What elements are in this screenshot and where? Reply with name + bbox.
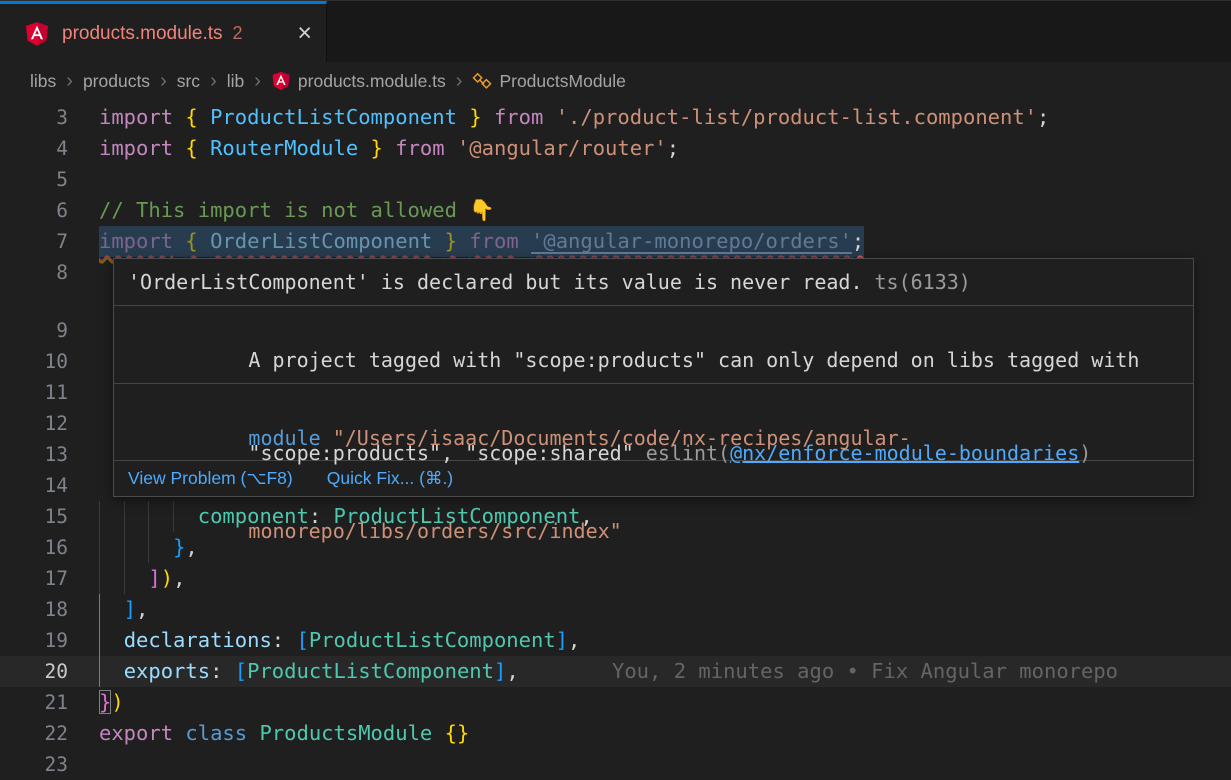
angular-icon	[271, 71, 291, 91]
tab-label: products.module.ts	[62, 23, 223, 45]
code-text: declarations: [ProductListComponent],	[99, 625, 580, 656]
code-line-18[interactable]: 18 ],	[0, 594, 1231, 625]
code-text: ],	[99, 594, 148, 625]
breadcrumb-label: products	[83, 71, 150, 92]
ts-error-source: ts(6133)	[875, 270, 971, 294]
git-blame-annotation: You, 2 minutes ago • Fix Angular monorep…	[612, 656, 1118, 687]
code-text: // This import is not allowed 👇	[99, 195, 495, 226]
angular-icon	[24, 21, 50, 47]
line-number[interactable]: 23	[0, 749, 68, 780]
breadcrumb-item-libs[interactable]: libs	[30, 71, 56, 92]
code-line-4[interactable]: 4 import { RouterModule } from '@angular/…	[0, 133, 1231, 164]
line-number[interactable]: 12	[0, 408, 68, 439]
code-line-22[interactable]: 22 export class ProductsModule {}	[0, 718, 1231, 749]
breadcrumb: libs › products › src › lib › products.module.ts…	[0, 62, 1231, 100]
breadcrumb-separator: ›	[66, 71, 73, 91]
breadcrumb-separator: ›	[254, 71, 261, 91]
line-number[interactable]: 11	[0, 377, 68, 408]
code-line-7[interactable]: 7 import { OrderListComponent } from '@an…	[0, 226, 1231, 257]
line-number[interactable]: 6	[0, 195, 68, 226]
breadcrumb-separator: ›	[160, 71, 167, 91]
breadcrumb-label: ProductsModule	[499, 71, 625, 92]
breadcrumb-item-src[interactable]: src	[177, 71, 200, 92]
code-text: })	[99, 687, 124, 718]
breadcrumb-label: libs	[30, 71, 56, 92]
code-text: import { ProductListComponent } from './…	[99, 102, 1049, 133]
code-line-5[interactable]: 5	[0, 164, 1231, 195]
line-number[interactable]: 4	[0, 133, 68, 164]
eslint-source-suffix: )	[1079, 441, 1091, 465]
line-number[interactable]: 13	[0, 439, 68, 470]
breadcrumb-label: src	[177, 71, 200, 92]
code-text: export class ProductsModule {}	[99, 718, 469, 749]
tab-bar: products.module.ts 2 ×	[0, 0, 1231, 62]
code-line-21[interactable]: 21})	[0, 687, 1231, 718]
breadcrumb-item-productsmodule[interactable]: ProductsModule	[472, 71, 625, 92]
vscode-window: products.module.ts 2 × libs › products › src…	[0, 0, 1231, 780]
code-text: exports: [ProductListComponent],	[99, 656, 519, 687]
line-number[interactable]: 10	[0, 346, 68, 377]
ts-error-message: 'OrderListComponent' is declared but its…	[128, 270, 863, 294]
line-number[interactable]: 7	[0, 226, 68, 257]
line-number[interactable]: 21	[0, 687, 68, 718]
module-path-line2: monorepo/libs/orders/src/index"	[248, 519, 621, 543]
class-symbol-icon	[472, 71, 492, 91]
line-number[interactable]: 19	[0, 625, 68, 656]
module-keyword: module	[248, 426, 320, 450]
hover-eslint-row: A project tagged with "scope:products" c…	[114, 306, 1193, 384]
code-editor[interactable]: 'OrderListComponent' is declared but its…	[0, 100, 1231, 780]
code-line-20[interactable]: 20 exports: [ProductListComponent], You, …	[0, 656, 1231, 687]
quick-fix-link[interactable]: Quick Fix... (⌘.)	[327, 468, 453, 489]
breadcrumb-item-products.module.ts[interactable]: products.module.ts	[271, 71, 446, 92]
line-number[interactable]: 22	[0, 718, 68, 749]
breadcrumb-label: lib	[227, 71, 245, 92]
breadcrumb-separator: ›	[456, 71, 463, 91]
code-line-19[interactable]: 19 declarations: [ProductListComponent],	[0, 625, 1231, 656]
tab-products-module[interactable]: products.module.ts 2 ×	[0, 1, 327, 63]
line-number[interactable]: 18	[0, 594, 68, 625]
line-number[interactable]: 3	[0, 102, 68, 133]
line-number[interactable]: 14	[0, 470, 68, 501]
eslint-message-line1: A project tagged with "scope:products" c…	[248, 348, 1139, 372]
breadcrumb-separator: ›	[210, 71, 217, 91]
line-number[interactable]: 8	[0, 257, 68, 288]
line-number[interactable]: 16	[0, 532, 68, 563]
module-path-line1: "/Users/isaac/Documents/code/nx-recipes/…	[321, 426, 911, 450]
hover-ts-error-row: 'OrderListComponent' is declared but its…	[114, 259, 1193, 306]
breadcrumb-label: products.module.ts	[298, 71, 446, 92]
hover-error-tooltip: 'OrderListComponent' is declared but its…	[113, 258, 1194, 497]
line-number[interactable]: 17	[0, 563, 68, 594]
line-number[interactable]: 15	[0, 501, 68, 532]
breadcrumb-item-products[interactable]: products	[83, 71, 150, 92]
code-text: import { OrderListComponent } from '@ang…	[99, 226, 864, 257]
line-number[interactable]: 20	[0, 656, 68, 687]
line-number[interactable]: 9	[0, 315, 68, 346]
code-line-23[interactable]: 23	[0, 749, 1231, 780]
view-problem-link[interactable]: View Problem (⌥F8)	[128, 468, 293, 489]
line-number[interactable]: 5	[0, 164, 68, 195]
code-text: import { RouterModule } from '@angular/r…	[99, 133, 679, 164]
code-line-3[interactable]: 3 import { ProductListComponent } from '.…	[0, 102, 1231, 133]
close-icon[interactable]: ×	[297, 21, 312, 46]
tab-error-count-badge: 2	[233, 23, 243, 44]
code-line-6[interactable]: 6 // This import is not allowed 👇	[0, 195, 1231, 226]
breadcrumb-item-lib[interactable]: lib	[227, 71, 245, 92]
